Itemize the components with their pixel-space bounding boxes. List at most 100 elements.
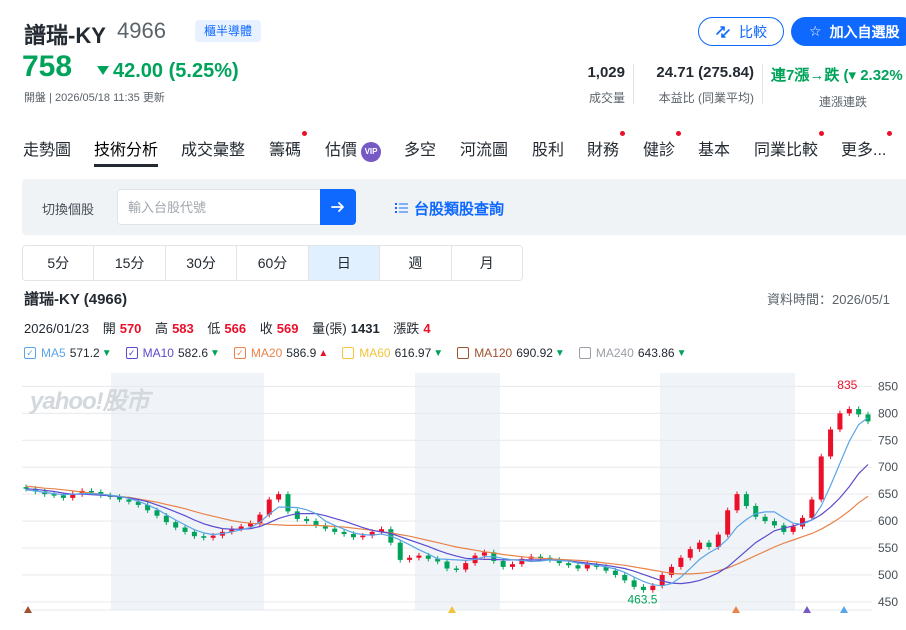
tab-technical[interactable]: 技術分析: [94, 136, 158, 160]
candle-body: [650, 585, 656, 591]
ma5-toggle[interactable]: ✓ MA5 571.2 ▼: [24, 346, 112, 360]
high-label: 高: [155, 321, 169, 336]
tab-label: 健診: [643, 142, 676, 159]
candlestick-chart-svg[interactable]: 850 800 750 700 650 600 550 500 450 835 463.5: [22, 373, 906, 630]
checkbox-icon[interactable]: ✓: [233, 347, 246, 359]
search-submit-button[interactable]: [320, 189, 356, 225]
ma10-toggle[interactable]: ✓ MA10 582.6 ▼: [125, 346, 220, 360]
price-change-value: 42.00 (5.25%): [113, 60, 239, 82]
candle-body: [762, 516, 768, 522]
active-tab-underline: [94, 164, 158, 167]
price-chart[interactable]: 850 800 750 700 650 600 550 500 450 835 463.5 yaho…: [22, 373, 906, 630]
yahoo-watermark-logo: yahoo!股市: [30, 381, 150, 416]
checkbox-icon[interactable]: [342, 347, 355, 359]
tab-dividend[interactable]: 股利: [532, 136, 564, 160]
ma-value: 643.86: [637, 346, 675, 360]
period-5min[interactable]: 5分: [23, 246, 95, 280]
period-month[interactable]: 月: [451, 246, 522, 280]
candle-body: [463, 563, 469, 570]
candle-body: [313, 521, 319, 526]
ma-name: MA60: [359, 346, 391, 360]
y-tick-label: 750: [878, 433, 898, 447]
industry-tag[interactable]: 櫃半導體: [195, 20, 262, 42]
candle-body: [173, 522, 179, 528]
y-tick-label: 800: [878, 406, 898, 420]
candle-body: [678, 557, 684, 567]
stat-volume-label: 成交量: [588, 91, 625, 105]
period-15min[interactable]: 15分: [94, 246, 166, 280]
period-30min[interactable]: 30分: [165, 246, 238, 280]
tab-bull-bear[interactable]: 多空: [404, 136, 436, 160]
tab-financials[interactable]: 財務: [587, 131, 626, 160]
y-tick-label: 650: [878, 487, 898, 501]
candle-body: [397, 542, 403, 560]
candle-body: [60, 495, 66, 498]
ma240-toggle[interactable]: MA240 643.86 ▼: [578, 346, 686, 360]
volume-value: 1431: [350, 321, 380, 336]
checkbox-icon[interactable]: ✓: [24, 347, 36, 359]
notification-dot: [676, 131, 682, 136]
candle-body: [818, 456, 824, 500]
tab-label: 基本: [698, 142, 731, 159]
y-tick-label: 700: [878, 460, 898, 474]
ma-name: MA5: [41, 346, 66, 360]
ma120-toggle[interactable]: MA120 690.92 ▼: [457, 346, 565, 360]
tab-label: 估價: [325, 142, 358, 159]
checkbox-icon[interactable]: ✓: [125, 347, 138, 359]
change-label: 漲跌: [393, 321, 420, 336]
stat-volume-value: 1,029: [587, 64, 625, 81]
period-day[interactable]: 日: [308, 246, 381, 280]
candle-body: [743, 494, 749, 507]
add-watchlist-label: 加入自選股: [829, 23, 900, 40]
list-icon: [395, 203, 408, 213]
candle-body: [687, 549, 693, 558]
low-label: 低: [207, 321, 221, 336]
candle-body: [154, 510, 160, 516]
stat-pe: 24.71 (275.84) 本益比 (同業平均): [656, 64, 754, 106]
data-time: 資料時間：2026/05/1: [767, 292, 890, 307]
candle-body: [828, 429, 834, 457]
candle-body: [856, 409, 862, 415]
candle-body: [182, 527, 188, 532]
open-value: 570: [119, 321, 142, 336]
category-search-link[interactable]: 台股類股查詢: [395, 198, 504, 219]
notification-dot: [302, 131, 308, 136]
y-tick-label: 600: [878, 514, 898, 528]
candle-body: [416, 555, 422, 558]
tab-health[interactable]: 健診: [643, 131, 682, 160]
category-search-label: 台股類股查詢: [414, 201, 505, 218]
candle-body: [575, 565, 581, 569]
ma60-toggle[interactable]: MA60 616.97 ▼: [342, 346, 443, 360]
candle-body: [500, 560, 506, 567]
stat-streak-value: 連7漲→跌 (▾ 2.32%: [771, 67, 903, 84]
notification-dot: [887, 131, 893, 136]
tab-chips[interactable]: 籌碼: [269, 131, 308, 160]
tab-river[interactable]: 河流圖: [460, 136, 508, 160]
ma-value: 571.2: [69, 346, 100, 360]
min-price-label: 463.5: [627, 593, 657, 607]
period-week[interactable]: 週: [380, 246, 452, 280]
tab-valuation[interactable]: 估價 VIP: [325, 136, 382, 162]
add-watchlist-button[interactable]: ☆ 加入自選股: [791, 17, 906, 46]
current-price: 758: [22, 50, 73, 83]
period-60min[interactable]: 60分: [237, 246, 309, 280]
ma-name: MA20: [250, 346, 283, 360]
tab-basic[interactable]: 基本: [698, 136, 730, 160]
tab-trades[interactable]: 成交彙整: [181, 136, 245, 160]
checkbox-icon[interactable]: [578, 347, 591, 359]
compare-icon: [716, 25, 730, 38]
tab-peer-compare[interactable]: 同業比較: [754, 131, 825, 160]
nav-tabs: 走勢圖 技術分析 成交彙整 籌碼 估價 VIP 多空 河流圖 股利 財務 健診 基…: [0, 126, 906, 166]
ma-value: 616.97: [394, 346, 432, 360]
ma20-toggle[interactable]: ✓ MA20 586.9 ▲: [233, 346, 328, 360]
tab-more[interactable]: 更多...: [841, 131, 893, 160]
stock-code-input[interactable]: [117, 189, 321, 225]
candle-body: [481, 552, 487, 556]
candle-body: [725, 510, 731, 535]
tab-label: 股利: [532, 142, 565, 159]
candle-body: [238, 526, 244, 529]
checkbox-icon[interactable]: [457, 347, 470, 359]
stat-streak-label: 連漲連跌: [819, 95, 868, 109]
compare-button[interactable]: 比較: [698, 17, 784, 46]
tab-chart[interactable]: 走勢圖: [23, 136, 71, 160]
